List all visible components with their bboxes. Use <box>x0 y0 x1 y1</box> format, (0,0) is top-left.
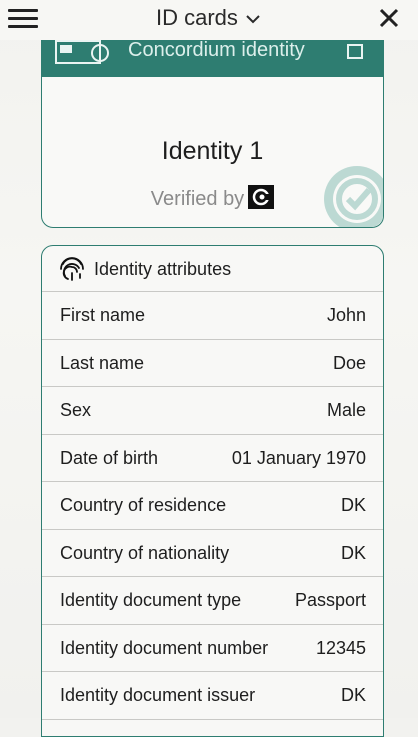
attribute-row <box>42 720 383 737</box>
chevron-down-icon <box>244 12 262 26</box>
attributes-header: Identity attributes <box>42 246 383 292</box>
fingerprint-icon <box>58 254 86 282</box>
page-title-dropdown[interactable]: ID cards <box>0 5 418 31</box>
attribute-label: First name <box>60 305 145 326</box>
attribute-row: First name John <box>42 292 383 340</box>
attribute-label: Date of birth <box>60 448 158 469</box>
concordium-logo-icon <box>248 185 274 209</box>
page-title: ID cards <box>156 5 238 30</box>
attribute-label: Identity document number <box>60 638 268 659</box>
attribute-value: Passport <box>295 590 366 611</box>
attribute-label: Country of nationality <box>60 543 229 564</box>
attribute-label: Country of residence <box>60 495 226 516</box>
attribute-label: Last name <box>60 353 144 374</box>
attribute-value: DK <box>341 495 366 516</box>
id-card-icon <box>54 39 110 65</box>
attribute-label: Sex <box>60 400 91 421</box>
attribute-row: Date of birth 01 January 1970 <box>42 435 383 483</box>
attribute-value: Doe <box>333 353 366 374</box>
identity-provider-name: Concordium identity <box>128 39 305 62</box>
attribute-row: Country of residence DK <box>42 482 383 530</box>
attribute-label: Identity document issuer <box>60 685 255 706</box>
attribute-value: John <box>327 305 366 326</box>
close-icon[interactable] <box>378 7 400 29</box>
card-header-icon <box>347 41 363 59</box>
attribute-row: Identity document type Passport <box>42 577 383 625</box>
attribute-row: Identity document number 12345 <box>42 625 383 673</box>
attribute-label: Identity document type <box>60 590 241 611</box>
top-bar: ID cards <box>0 0 418 40</box>
attribute-row: Sex Male <box>42 387 383 435</box>
attribute-row: Country of nationality DK <box>42 530 383 578</box>
attribute-value: DK <box>341 543 366 564</box>
attribute-value: 12345 <box>316 638 366 659</box>
attribute-value: DK <box>341 685 366 706</box>
attribute-value: Male <box>327 400 366 421</box>
attribute-row: Identity document issuer DK <box>42 672 383 720</box>
attributes-title: Identity attributes <box>94 259 231 280</box>
identity-attributes-panel: Identity attributes First name John Last… <box>41 245 384 737</box>
verified-by-label: Verified by <box>151 188 244 210</box>
attribute-value: 01 January 1970 <box>232 448 366 469</box>
attribute-row: Last name Doe <box>42 340 383 388</box>
identity-card[interactable]: Concordium identity Identity 1 Verified … <box>41 18 384 228</box>
verified-seal-icon <box>317 159 384 228</box>
